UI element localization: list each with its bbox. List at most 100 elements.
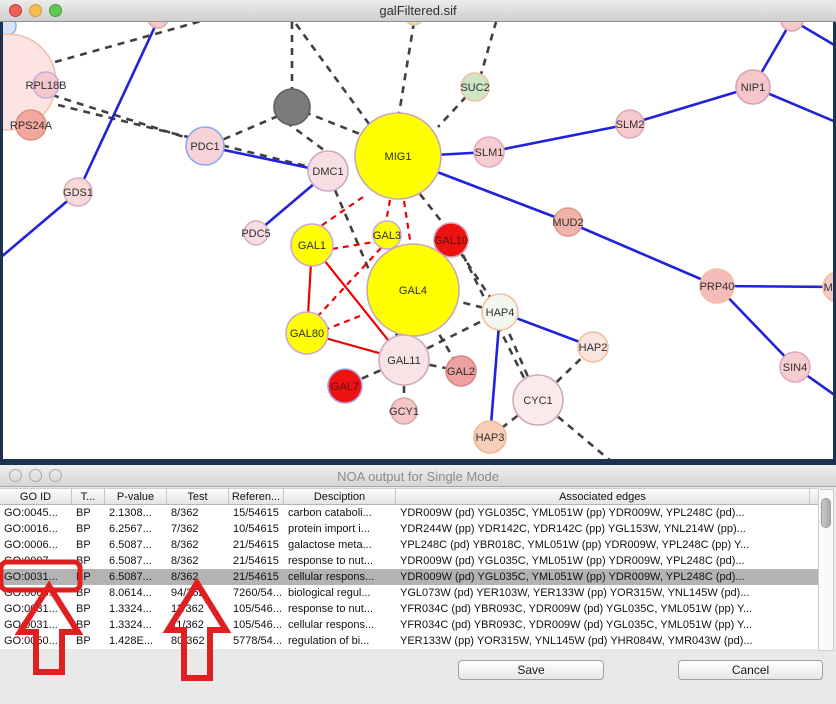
table-cell: 11/362	[167, 617, 229, 633]
column-header[interactable]: Test	[167, 489, 229, 504]
table-row[interactable]: GO:0006...BP6.5087...8/36221/54615galact…	[0, 537, 818, 553]
table-cell: BP	[72, 537, 105, 553]
table-cell: protein import i...	[284, 521, 396, 537]
table-cell: GO:0031...	[0, 617, 72, 633]
noa-titlebar[interactable]: NOA output for Single Mode	[0, 465, 836, 487]
table-cell: 15/54615	[229, 505, 284, 521]
table-cell: response to nut...	[284, 553, 396, 569]
table-cell: galactose meta...	[284, 537, 396, 553]
table-row[interactable]: GO:0007...BP6.5087...8/36221/54615respon…	[0, 553, 818, 569]
node-tr-pink[interactable]	[781, 22, 803, 31]
table-row[interactable]: GO:0031...BP1.3324...11/362105/546...res…	[0, 601, 818, 617]
table-cell: 105/546...	[229, 617, 284, 633]
table-cell: YPL248C (pd) YBR018C, YML051W (pp) YDR00…	[396, 537, 810, 553]
edge	[420, 194, 445, 226]
edge	[58, 105, 310, 167]
node-label: GCY1	[389, 406, 419, 418]
edge	[327, 316, 360, 329]
table-cell: BP	[72, 633, 105, 649]
table-body: GO:0045...BP2.1308...8/36215/54615carbon…	[0, 505, 818, 649]
table-cell: 10/54615	[229, 521, 284, 537]
edge	[386, 200, 390, 222]
network-canvas[interactable]: RPL18BRPS24AGDS1PDC1DMC1MIG1SUC2SLM1SLM2…	[0, 22, 836, 465]
edge	[55, 22, 205, 62]
table-cell: YER133W (pp) YOR315W, YNL145W (pd) YHR08…	[396, 633, 810, 649]
table-cell: 6.5087...	[105, 537, 167, 553]
node-label: MSL5	[824, 282, 836, 294]
table-row[interactable]: GO:0031...BP1.3324...11/362105/546...cel…	[0, 617, 818, 633]
node-top-pink[interactable]	[148, 22, 168, 28]
table-cell: BP	[72, 601, 105, 617]
table-cell: 7260/54...	[229, 585, 284, 601]
node-label: GAL80	[290, 328, 324, 340]
table-cell: YDR009W (pd) YGL035C, YML051W (pp) YDR00…	[396, 553, 810, 569]
save-button[interactable]: Save	[458, 660, 604, 680]
node-label: GAL4	[399, 285, 427, 297]
table-cell: 11/362	[167, 601, 229, 617]
node-label: RPL18B	[26, 80, 67, 92]
table-cell: 1.3324...	[105, 617, 167, 633]
table-header: GO IDT...P-valueTestReferen...Desciption…	[0, 488, 818, 505]
node-label: NIP1	[741, 82, 765, 94]
node-label: GAL3	[373, 230, 401, 242]
table-cell: BP	[72, 553, 105, 569]
node-gray-node[interactable]	[274, 89, 310, 125]
column-header[interactable]: T...	[72, 489, 105, 504]
column-header[interactable]: Associated edges	[396, 489, 810, 504]
scrollbar-thumb[interactable]	[821, 498, 831, 528]
edge	[489, 124, 630, 152]
cancel-button[interactable]: Cancel	[678, 660, 823, 680]
table-row[interactable]: GO:0065...BP8.0614...94/3627260/54...bio…	[0, 585, 818, 601]
network-window-title: galFiltered.sif	[0, 3, 836, 18]
noa-table: GO IDT...P-valueTestReferen...Desciption…	[0, 488, 818, 649]
table-row[interactable]: GO:0045...BP2.1308...8/36215/54615carbon…	[0, 505, 818, 521]
table-cell: 21/54615	[229, 537, 284, 553]
edge	[404, 201, 411, 246]
node-label: SLM1	[475, 147, 504, 159]
node-label: HAP3	[476, 432, 505, 444]
node-label: SUC2	[460, 82, 489, 94]
table-cell: GO:0065...	[0, 585, 72, 601]
table-cell: 7/362	[167, 521, 229, 537]
column-header[interactable]: GO ID	[0, 489, 72, 504]
edge	[717, 286, 836, 287]
table-cell: carbon cataboli...	[284, 505, 396, 521]
column-header[interactable]: Referen...	[229, 489, 284, 504]
table-cell: biological regul...	[284, 585, 396, 601]
table-cell: BP	[72, 585, 105, 601]
node-label: PDC1	[190, 141, 219, 153]
node-label: PRP40	[700, 281, 735, 293]
column-header[interactable]: P-value	[105, 489, 167, 504]
noa-window: NOA output for Single Mode GO IDT...P-va…	[0, 465, 836, 704]
table-cell: YGL073W (pd) YER103W, YER133W (pp) YOR31…	[396, 585, 810, 601]
edge	[568, 222, 717, 286]
table-cell: GO:0016...	[0, 521, 72, 537]
table-cell: 94/362	[167, 585, 229, 601]
node-label: GAL2	[447, 366, 475, 378]
table-row[interactable]: GO:0031...BP6.5087...8/36221/54615cellul…	[0, 569, 818, 585]
edge	[490, 312, 500, 437]
table-cell: 2.1308...	[105, 505, 167, 521]
column-header[interactable]: Desciption	[284, 489, 396, 504]
screen: galFiltered.sif RPL18BRPS24AGDS1PDC1DMC1…	[0, 0, 836, 704]
node-label: GAL10	[434, 235, 468, 247]
table-cell: response to nut...	[284, 601, 396, 617]
node-label: DMC1	[312, 166, 343, 178]
table-cell: 8/362	[167, 569, 229, 585]
table-cell: 8/362	[167, 505, 229, 521]
table-row[interactable]: GO:0050...BP1.428E...80/3625778/54...reg…	[0, 633, 818, 649]
table-cell: YDR009W (pd) YGL035C, YML051W (pp) YDR00…	[396, 569, 810, 585]
node-green-top[interactable]	[405, 22, 423, 25]
network-titlebar[interactable]: galFiltered.sif	[0, 0, 836, 22]
table-cell: 5778/54...	[229, 633, 284, 649]
table-cell: 21/54615	[229, 553, 284, 569]
node-label: HAP2	[579, 342, 608, 354]
table-cell: 6.5087...	[105, 569, 167, 585]
table-row[interactable]: GO:0016...BP6.2567...7/36210/54615protei…	[0, 521, 818, 537]
table-cell: 1.428E...	[105, 633, 167, 649]
table-cell: YFR034C (pd) YBR093C, YDR009W (pd) YGL03…	[396, 617, 810, 633]
table-cell: GO:0031...	[0, 569, 72, 585]
table-cell: BP	[72, 617, 105, 633]
vertical-scrollbar[interactable]	[818, 489, 834, 651]
table-cell: GO:0006...	[0, 537, 72, 553]
